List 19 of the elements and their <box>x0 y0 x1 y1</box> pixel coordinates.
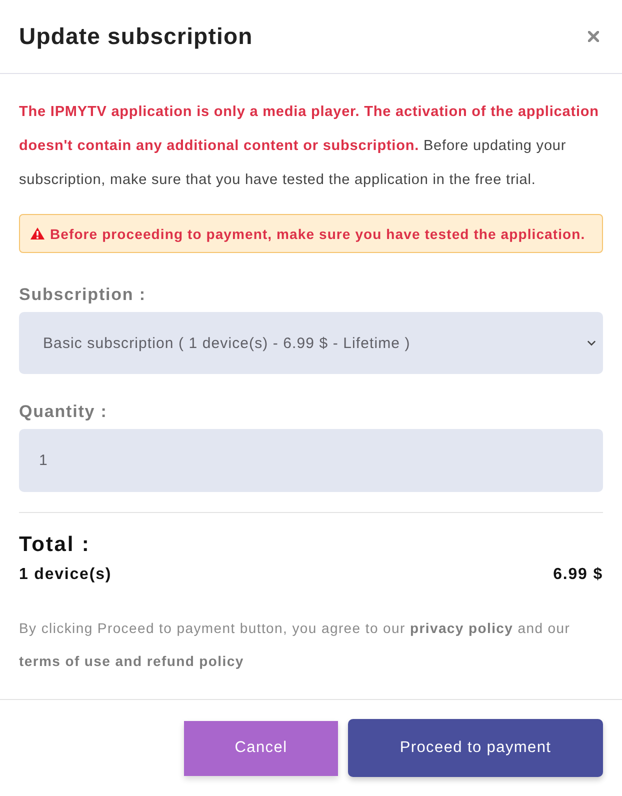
total-amount: 6.99 $ <box>553 566 603 584</box>
alert-text: Before proceeding to payment, make sure you have tested the application. <box>50 226 586 242</box>
cancel-button[interactable]: Cancel <box>184 720 338 776</box>
close-button[interactable] <box>586 29 601 44</box>
warning-icon <box>30 227 45 240</box>
total-heading: Total : <box>19 533 92 557</box>
quantity-label: Quantity : <box>19 402 108 422</box>
subscription-select[interactable]: Basic subscription ( 1 device(s) - 6.99 $ - Lifetime ) <box>19 312 603 374</box>
terms-text: By clicking Proceed to payment button, you agree to our privacy policy and our terms of use and refund policy <box>19 619 572 671</box>
close-icon <box>588 31 599 42</box>
policy-link[interactable]: privacy policy <box>410 620 514 636</box>
intro-text: The IPMYTV application is only a media player. The activation of the application doesn't contain any additional content or subscription. Before updating your subscription, make sure that you have tested the application in the free trial. <box>19 103 600 190</box>
policy-link[interactable]: terms of use and refund policy <box>19 653 244 669</box>
dialog-title: Update subscription <box>19 23 253 50</box>
total-item: 1 device(s) <box>19 566 112 584</box>
proceed-button[interactable]: Proceed to payment <box>348 719 603 777</box>
subscription-label: Subscription : <box>19 285 147 305</box>
chevron-icon <box>587 340 596 346</box>
quantity-field[interactable]: 1 <box>19 429 603 492</box>
